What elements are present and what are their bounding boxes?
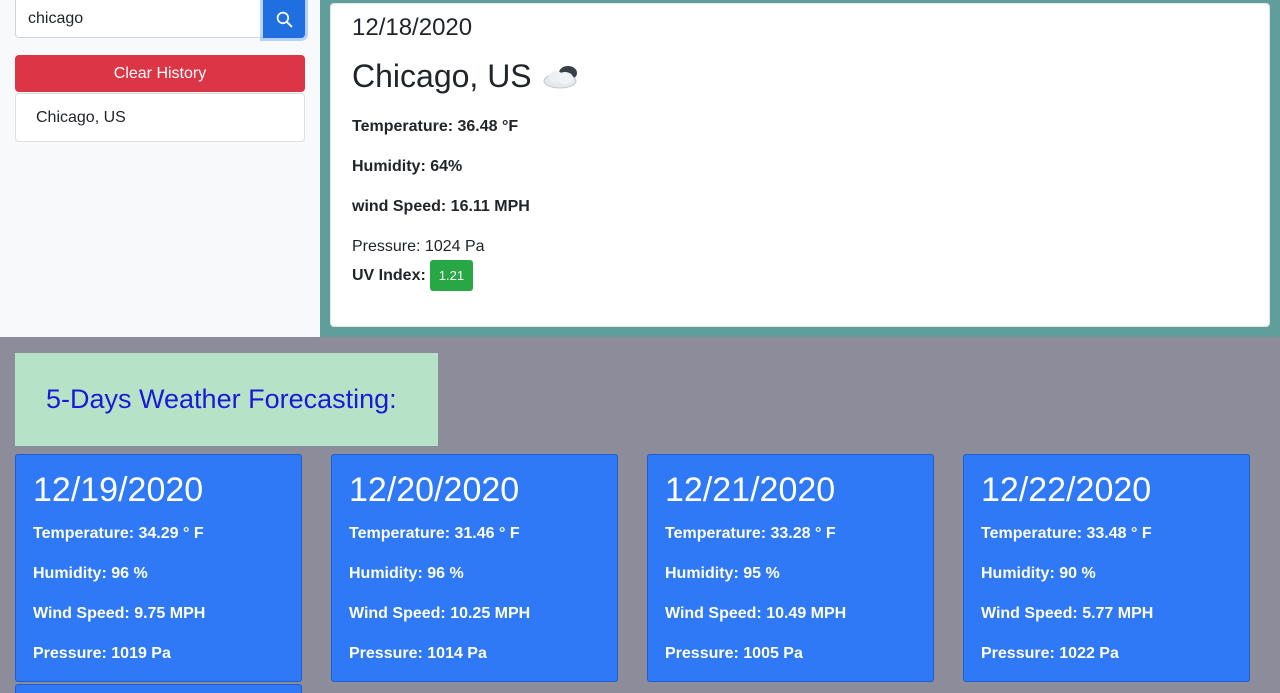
current-wind-speed: wind Speed: 16.11 MPH	[352, 198, 530, 215]
forecast-humidity: Humidity: 96 %	[33, 565, 148, 582]
forecast-humidity: Humidity: 95 %	[665, 565, 780, 582]
forecast-date: 12/22/2020	[981, 471, 1152, 509]
top-section: Clear History Chicago, US 12/18/2020 Chi…	[0, 0, 1280, 337]
forecast-card-partial	[15, 684, 302, 693]
forecast-temperature: Temperature: 31.46 ° F	[349, 525, 520, 542]
clear-history-button[interactable]: Clear History	[15, 55, 305, 92]
search-row	[15, 0, 305, 38]
uv-index-label: UV Index:	[352, 266, 426, 284]
current-city-title: Chicago, US	[352, 58, 584, 95]
search-button[interactable]	[263, 0, 305, 38]
forecast-pressure: Pressure: 1019 Pa	[33, 645, 171, 662]
forecast-date: 12/20/2020	[349, 471, 520, 509]
sidebar: Clear History Chicago, US	[0, 0, 320, 337]
search-input[interactable]	[15, 0, 264, 38]
uv-index-badge: 1.21	[429, 260, 474, 291]
forecast-pressure: Pressure: 1005 Pa	[665, 645, 803, 662]
forecast-pressure: Pressure: 1014 Pa	[349, 645, 487, 662]
forecast-card: 12/20/2020 Temperature: 31.46 ° F Humidi…	[331, 454, 618, 682]
forecast-wind-speed: Wind Speed: 5.77 MPH	[981, 605, 1154, 622]
forecast-pressure: Pressure: 1022 Pa	[981, 645, 1119, 662]
city-name: Chicago, US	[352, 58, 532, 94]
forecast-title-box: 5-Days Weather Forecasting:	[15, 353, 438, 446]
history-item[interactable]: Chicago, US	[15, 93, 305, 142]
current-weather-area: 12/18/2020 Chicago, US Temperature: 36.4…	[320, 0, 1280, 337]
forecast-temperature: Temperature: 33.48 ° F	[981, 525, 1152, 542]
forecast-humidity: Humidity: 90 %	[981, 565, 1096, 582]
current-temperature: Temperature: 36.48 °F	[352, 118, 519, 135]
forecast-wind-speed: Wind Speed: 9.75 MPH	[33, 605, 206, 622]
cloud-icon	[540, 61, 584, 93]
forecast-temperature: Temperature: 34.29 ° F	[33, 525, 204, 542]
forecast-date: 12/19/2020	[33, 471, 204, 509]
forecast-card: 12/22/2020 Temperature: 33.48 ° F Humidi…	[963, 454, 1250, 682]
current-pressure: Pressure: 1024 Pa	[352, 238, 485, 255]
search-icon	[276, 11, 292, 27]
forecast-title: 5-Days Weather Forecasting:	[46, 384, 397, 414]
uv-index-row: UV Index: 1.21	[352, 260, 474, 291]
forecast-wind-speed: Wind Speed: 10.49 MPH	[665, 605, 847, 622]
forecast-date: 12/21/2020	[665, 471, 836, 509]
forecast-temperature: Temperature: 33.28 ° F	[665, 525, 836, 542]
current-weather-card: 12/18/2020 Chicago, US Temperature: 36.4…	[330, 3, 1270, 327]
forecast-wind-speed: Wind Speed: 10.25 MPH	[349, 605, 531, 622]
forecast-card: 12/19/2020 Temperature: 34.29 ° F Humidi…	[15, 454, 302, 682]
forecast-humidity: Humidity: 96 %	[349, 565, 464, 582]
current-humidity: Humidity: 64%	[352, 158, 463, 175]
current-date: 12/18/2020	[352, 14, 473, 41]
search-history-list: Chicago, US	[15, 93, 305, 142]
forecast-card: 12/21/2020 Temperature: 33.28 ° F Humidi…	[647, 454, 934, 682]
